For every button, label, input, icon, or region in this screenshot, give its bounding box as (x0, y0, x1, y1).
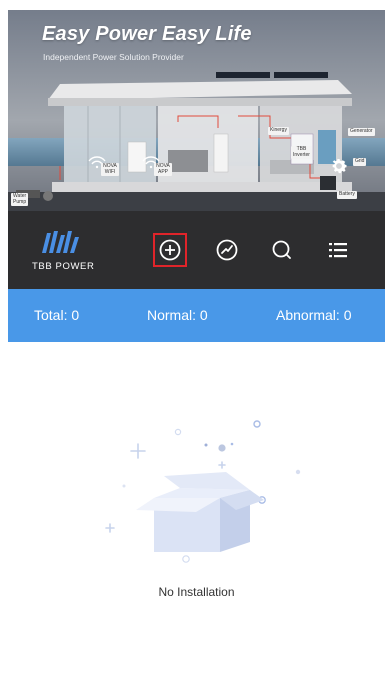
label-battery: Battery (337, 191, 357, 199)
label-kinergy: Kinergy (268, 127, 289, 135)
tbb-power-logo: TBB POWER (30, 227, 94, 275)
tbb-logo-mark-icon (42, 231, 79, 253)
label-tbb-inverter: TBB Inverter (291, 146, 312, 159)
banner-title: Easy Power Easy Life (42, 23, 252, 45)
stat-abnormal[interactable]: Abnormal: 0 (276, 307, 351, 323)
add-circle-icon (159, 239, 181, 261)
list-menu-button[interactable] (321, 233, 355, 267)
installation-stats-bar: Total: 0 Normal: 0 Abnormal: 0 (8, 289, 385, 342)
empty-state-message: No Installation (158, 585, 235, 599)
add-installation-button[interactable] (153, 233, 187, 267)
list-menu-icon (329, 243, 347, 258)
empty-box-illustration (105, 420, 301, 563)
banner-subtitle: Independent Power Solution Provider (43, 52, 184, 62)
search-button[interactable] (265, 233, 299, 267)
settings-gear-icon[interactable] (329, 156, 349, 176)
logo-wordmark: TBB POWER (32, 261, 95, 272)
hero-banner: Easy Power Easy Life Independent Power S… (8, 10, 385, 211)
main-toolbar: TBB POWER (8, 211, 385, 289)
label-generator: Generator (348, 128, 375, 136)
label-nova-wifi: NOVA WIFI (101, 163, 119, 176)
search-icon (272, 240, 291, 259)
dashboard-gauge-icon (216, 239, 238, 261)
stat-total[interactable]: Total: 0 (34, 307, 79, 323)
empty-state: No Installation (8, 342, 385, 684)
app-screen: Easy Power Easy Life Independent Power S… (8, 10, 385, 684)
label-water-pump: Water Pump (11, 193, 29, 206)
label-grid: Grid (353, 158, 367, 166)
label-nova-app: NOVA APP (154, 163, 172, 176)
stat-normal[interactable]: Normal: 0 (147, 307, 208, 323)
dashboard-button[interactable] (210, 233, 244, 267)
